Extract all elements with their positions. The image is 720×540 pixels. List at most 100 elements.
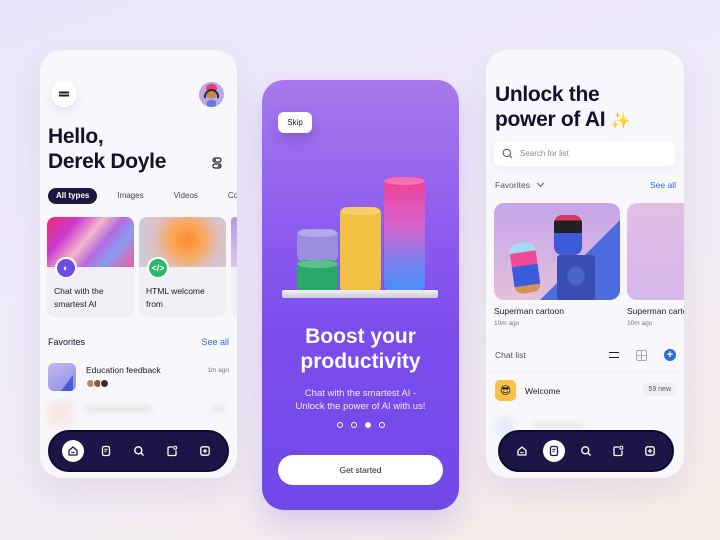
title-line: productivity bbox=[300, 350, 421, 373]
see-all-link[interactable]: See all bbox=[201, 337, 229, 347]
participant-avatars bbox=[86, 379, 109, 388]
nav-documents[interactable] bbox=[95, 440, 117, 462]
greeting-username: Derek Doyle bbox=[48, 150, 167, 173]
nav-notifications[interactable] bbox=[607, 440, 629, 462]
search-icon bbox=[502, 148, 513, 159]
home-screen: Hello, Derek Doyle All types Images Vide… bbox=[40, 50, 237, 478]
page-dot[interactable] bbox=[364, 422, 371, 428]
page-dot[interactable] bbox=[350, 422, 357, 428]
nav-home[interactable] bbox=[61, 440, 84, 462]
list-item[interactable]: 😎 Welcome 59 new bbox=[495, 380, 676, 402]
code-icon: </> bbox=[147, 257, 169, 279]
illustration-platform bbox=[282, 290, 438, 298]
tab-content[interactable]: Conter bbox=[220, 188, 237, 204]
divider bbox=[486, 371, 684, 372]
page-indicator bbox=[262, 422, 459, 428]
illustration-cylinder bbox=[297, 229, 338, 262]
document-icon bbox=[549, 445, 559, 457]
card-html[interactable]: </> HTML welcome from bbox=[139, 217, 226, 317]
illustration-cylinder bbox=[384, 177, 425, 291]
gallery-card[interactable]: Superman cartoon 10m ago bbox=[627, 203, 684, 327]
title-line: Unlock the bbox=[495, 83, 600, 106]
subtitle-line: Chat with the smartest AI - bbox=[304, 388, 417, 399]
gallery-card[interactable]: Superman cartoon 10m ago bbox=[494, 203, 620, 327]
gallery-time: 10m ago bbox=[494, 320, 520, 327]
greeting-hello: Hello, bbox=[48, 125, 104, 148]
home-icon bbox=[517, 446, 527, 456]
nav-search[interactable] bbox=[128, 440, 150, 462]
onboarding-screen: Skip Boost your productivity Chat with t… bbox=[262, 80, 459, 510]
grid-view-icon[interactable] bbox=[636, 349, 647, 361]
onboarding-title: Boost your productivity bbox=[262, 324, 459, 374]
card-title: Chat with the smartest AI bbox=[54, 286, 104, 309]
menu-button[interactable] bbox=[51, 81, 77, 107]
favorites-heading: Favorites bbox=[48, 337, 86, 347]
favorites-header: Favorites See all bbox=[495, 179, 676, 190]
search-icon bbox=[133, 446, 144, 456]
see-all-link[interactable]: See all bbox=[650, 180, 676, 190]
chat-list-header: Chat list + bbox=[495, 349, 676, 364]
nav-notifications[interactable] bbox=[161, 440, 183, 462]
nav-documents[interactable] bbox=[543, 440, 565, 462]
list-item-faded bbox=[48, 400, 229, 430]
filter-sliders-icon[interactable] bbox=[212, 157, 222, 169]
favorites-header: Favorites See all bbox=[48, 337, 229, 347]
title-line: power of AI bbox=[495, 108, 606, 131]
nav-home[interactable] bbox=[511, 440, 533, 462]
nav-add[interactable] bbox=[639, 440, 661, 462]
search-icon bbox=[581, 446, 591, 456]
add-chat-icon[interactable]: + bbox=[664, 349, 676, 361]
bar-chart-illustration bbox=[282, 177, 442, 302]
avatar bbox=[100, 379, 109, 388]
tab-videos[interactable]: Videos bbox=[166, 188, 206, 204]
bottom-nav bbox=[48, 430, 229, 472]
onboarding-subtitle: Chat with the smartest AI - Unlock the p… bbox=[262, 387, 459, 413]
chat-list-heading: Chat list bbox=[495, 350, 526, 360]
add-square-icon bbox=[199, 446, 210, 456]
page-dot[interactable] bbox=[378, 422, 385, 428]
hamburger-menu-icon bbox=[59, 91, 69, 94]
explore-screen: Unlock the power of AI ✨ Favorites See a… bbox=[486, 50, 684, 478]
tab-images[interactable]: Images bbox=[109, 188, 151, 204]
favorite-thumbnail bbox=[48, 363, 76, 391]
card-gradient-image bbox=[231, 217, 237, 267]
ai-chat-icon: ◐ bbox=[55, 257, 77, 279]
page-dot[interactable] bbox=[336, 422, 343, 428]
favorites-gallery: Superman cartoon 10m ago Superman cartoo… bbox=[494, 203, 684, 327]
document-icon bbox=[101, 445, 110, 457]
get-started-button[interactable]: Get started bbox=[278, 455, 443, 485]
gallery-title: Superman cartoon bbox=[494, 306, 564, 316]
page-title: Unlock the power of AI ✨ bbox=[495, 82, 631, 134]
sparkle-icon: ✨ bbox=[610, 113, 631, 130]
gallery-image bbox=[494, 203, 620, 300]
favorite-time: 1m ago bbox=[207, 367, 229, 374]
nav-add[interactable] bbox=[194, 440, 216, 462]
add-square-icon bbox=[645, 446, 655, 456]
bottom-nav bbox=[498, 430, 674, 472]
card-title: HTML welcome from bbox=[146, 286, 205, 309]
greeting-heading: Hello, Derek Doyle bbox=[48, 124, 166, 174]
type-filter-tabs: All types Images Videos Conter bbox=[48, 188, 237, 204]
list-item[interactable]: Education feedback 1m ago bbox=[48, 363, 229, 393]
notification-icon bbox=[613, 445, 624, 457]
list-view-icon[interactable] bbox=[609, 352, 619, 358]
card-chat-ai[interactable]: ◐ Chat with the smartest AI bbox=[47, 217, 134, 317]
feature-cards: ◐ Chat with the smartest AI </> HTML wel… bbox=[47, 217, 237, 317]
favorites-dropdown[interactable]: Favorites bbox=[495, 179, 545, 190]
favorite-title: Education feedback bbox=[86, 365, 161, 375]
illustration-cylinder bbox=[297, 260, 338, 292]
search-input[interactable] bbox=[520, 149, 670, 158]
subtitle-line: Unlock the power of AI with us! bbox=[295, 401, 426, 412]
chat-name: Welcome bbox=[525, 386, 561, 396]
avatar[interactable] bbox=[199, 82, 224, 107]
home-icon bbox=[67, 446, 78, 456]
skip-button[interactable]: Skip bbox=[278, 112, 312, 133]
chat-emoji-icon: 😎 bbox=[495, 380, 516, 401]
unread-badge: 59 new bbox=[643, 383, 676, 396]
card-partial[interactable] bbox=[231, 217, 237, 317]
gallery-image bbox=[627, 203, 684, 300]
gallery-title: Superman cartoon bbox=[627, 306, 684, 316]
illustration-cylinder bbox=[340, 207, 381, 293]
tab-all-types[interactable]: All types bbox=[48, 188, 98, 204]
nav-search[interactable] bbox=[575, 440, 597, 462]
